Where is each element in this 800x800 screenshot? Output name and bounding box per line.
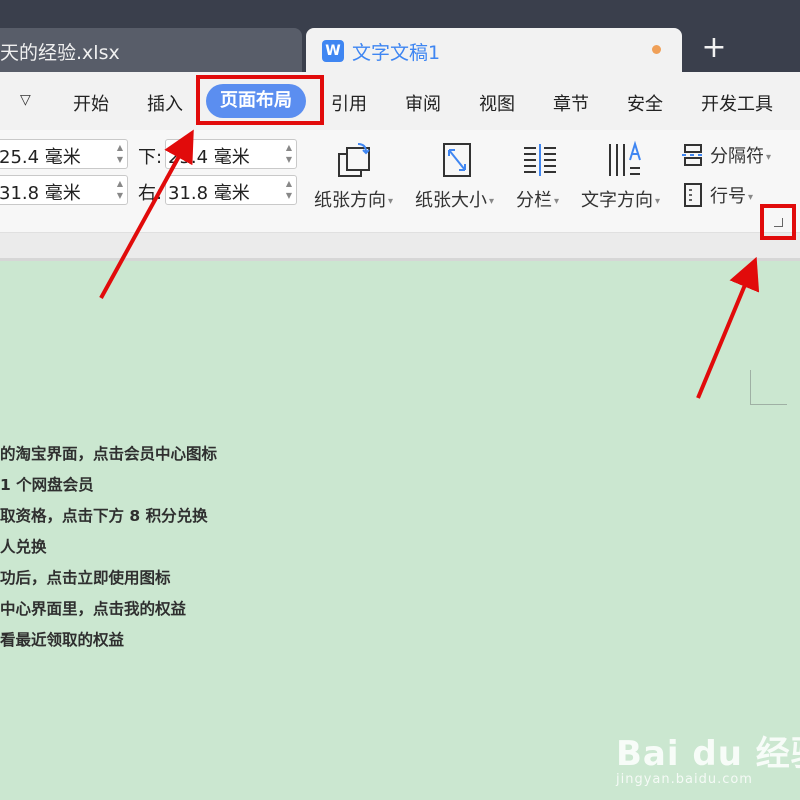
watermark-url: jingyan.baidu.com <box>616 772 753 787</box>
annotation-arrow-1 <box>99 129 194 299</box>
watermark-brand: Bai du 经验 <box>616 734 800 774</box>
annotation-arrow-2 <box>696 256 760 399</box>
baidu-jingyan-watermark: Bai du 经验 jingyan.baidu.com <box>616 712 800 800</box>
annotation-arrows <box>99 129 760 399</box>
